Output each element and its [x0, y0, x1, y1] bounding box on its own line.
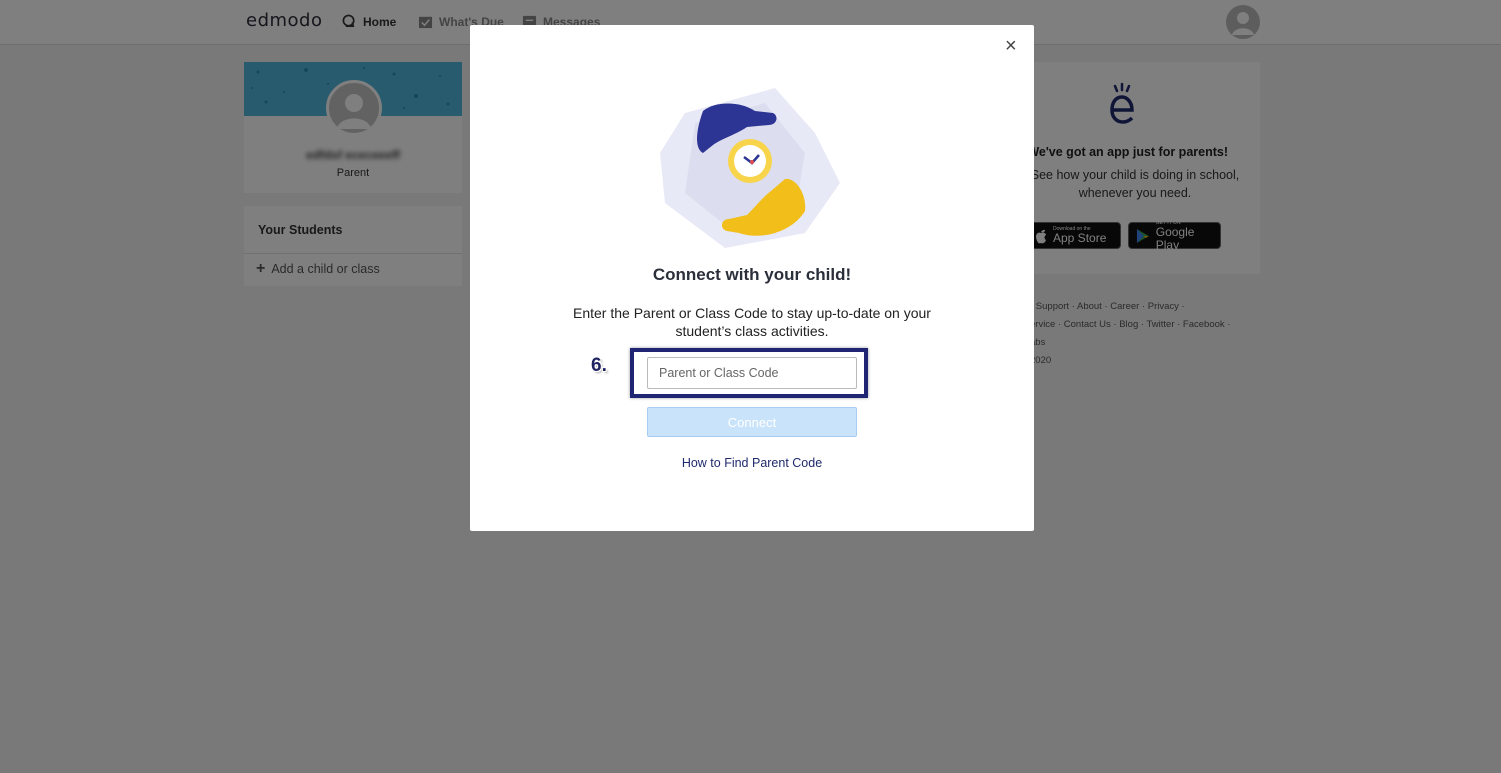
hands-clock-illustration-icon	[660, 88, 840, 248]
modal-title: Connect with your child!	[652, 265, 852, 284]
connect-button[interactable]: Connect	[647, 407, 857, 437]
find-parent-code-link[interactable]: How to Find Parent Code	[470, 456, 1034, 470]
modal-description: Enter the Parent or Class Code to stay u…	[573, 305, 931, 339]
connect-child-modal: × Connect with your child! Enter the Par…	[470, 25, 1034, 531]
close-button[interactable]: ×	[1005, 35, 1017, 57]
parent-code-input[interactable]	[647, 357, 857, 389]
step-number-annotation: 6.	[591, 355, 607, 376]
